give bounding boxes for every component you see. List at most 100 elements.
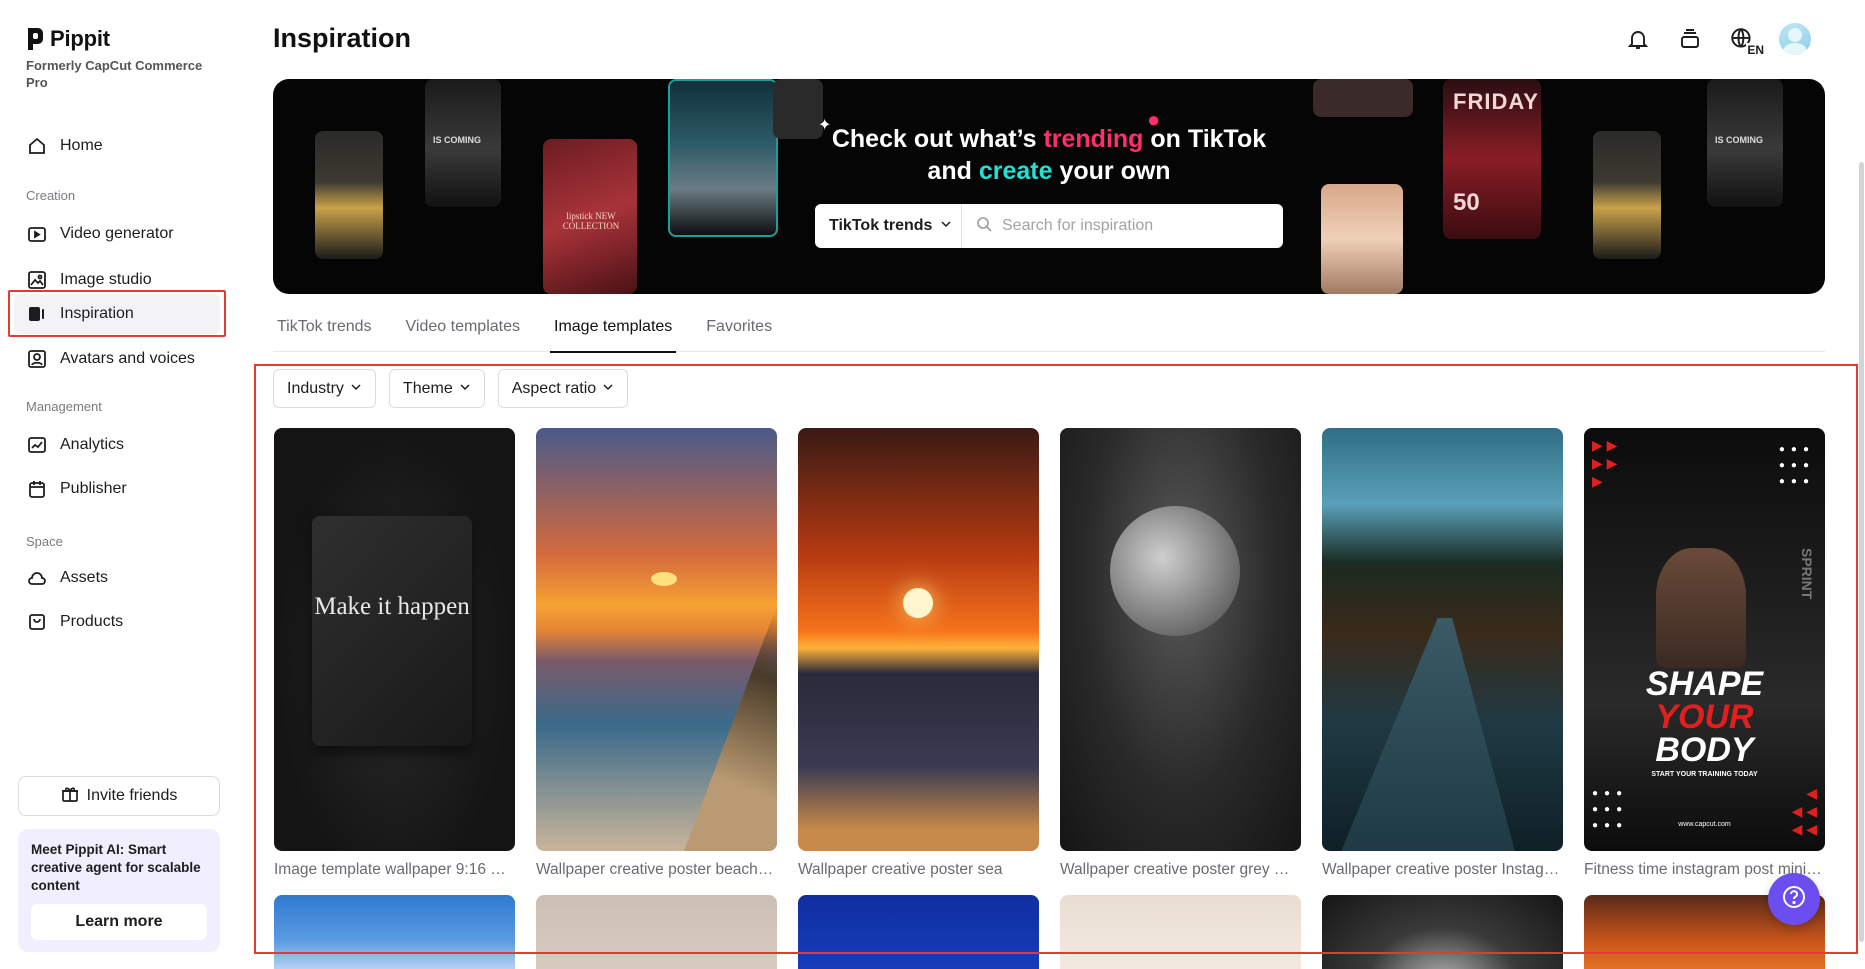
- template-thumbnail: [1322, 428, 1563, 851]
- template-card[interactable]: Make it happen Image template wallpaper …: [274, 428, 515, 879]
- sidebar-item-label: Avatars and voices: [60, 350, 195, 367]
- invite-friends-label: Invite friends: [86, 787, 178, 804]
- promo-card: Meet Pippit AI: Smart creative agent for…: [18, 829, 220, 952]
- headline-text: your own: [1052, 157, 1171, 185]
- template-thumbnail-partial[interactable]: [798, 895, 1039, 969]
- image-edit-icon: [26, 269, 48, 291]
- template-thumbnail-partial[interactable]: [536, 895, 777, 969]
- sidebar-item-label: Publisher: [60, 480, 127, 497]
- search-field: [962, 204, 1283, 248]
- language-globe-icon[interactable]: EN: [1727, 24, 1765, 57]
- source-select[interactable]: TikTok trends: [815, 204, 962, 248]
- filter-label: Aspect ratio: [511, 379, 597, 397]
- headline-highlight: trending: [1043, 125, 1144, 153]
- scrollbar-thumb[interactable]: [1859, 162, 1864, 942]
- brand[interactable]: Pippit: [26, 26, 110, 52]
- sidebar-item-inspiration[interactable]: Inspiration: [14, 294, 220, 334]
- sidebar-item-label: Video generator: [60, 225, 174, 242]
- notebook-shape: [312, 516, 472, 746]
- template-card[interactable]: ▶ ▶ ▶ ▶ ▶ ●●● ●●● ●●● SPRINT SHAPE YOUR BODY…: [1584, 428, 1825, 879]
- template-thumbnail: [536, 428, 777, 851]
- filter-industry[interactable]: Industry: [273, 369, 376, 408]
- promo-text: Meet Pippit AI: Smart creative agent for…: [31, 842, 201, 893]
- template-card[interactable]: Wallpaper creative poster grey …: [1060, 428, 1301, 879]
- sidebar-item-home[interactable]: Home: [14, 126, 220, 166]
- template-caption: Wallpaper creative poster grey …: [1060, 861, 1290, 878]
- template-thumbnail: [1060, 428, 1301, 851]
- learn-more-button[interactable]: Learn more: [31, 904, 207, 940]
- template-caption: Wallpaper creative poster sea: [798, 861, 1003, 878]
- tab-video-templates[interactable]: Video templates: [402, 312, 524, 352]
- template-card[interactable]: Wallpaper creative poster beach…: [536, 428, 777, 879]
- home-icon: [26, 135, 48, 157]
- filter-bar: Industry Theme Aspect ratio: [273, 369, 629, 408]
- gift-icon: [61, 785, 79, 808]
- moon-shape: [1110, 506, 1240, 636]
- chevron-down-icon: [350, 380, 362, 398]
- sidebar-item-video-generator[interactable]: Video generator: [14, 214, 220, 254]
- decorative-dots: ●●● ●●● ●●●: [1778, 444, 1815, 487]
- headline-text: and: [927, 157, 979, 185]
- sidebar-item-avatars-voices[interactable]: Avatars and voices: [14, 339, 220, 379]
- sidebar-item-label: Image studio: [60, 271, 152, 288]
- sidebar: Pippit Formerly CapCut Commerce Pro Home…: [0, 0, 238, 969]
- question-icon: [1781, 884, 1807, 915]
- banner-preview-card: [1313, 79, 1413, 117]
- calendar-icon: [26, 478, 48, 500]
- sidebar-item-label: Home: [60, 137, 103, 154]
- template-caption: Wallpaper creative poster beach…: [536, 861, 774, 878]
- chevron-down-icon: [602, 380, 614, 398]
- banner-card-text: FRIDAY: [1453, 89, 1539, 114]
- tab-tiktok-trends[interactable]: TikTok trends: [273, 312, 376, 352]
- section-management: Management: [26, 399, 102, 414]
- analytics-icon: [26, 434, 48, 456]
- road-shape: [1341, 618, 1515, 851]
- template-card[interactable]: Wallpaper creative poster sea: [798, 428, 1039, 879]
- chevron-down-icon: [940, 217, 952, 235]
- inspiration-icon: [26, 303, 48, 325]
- thumbnail-headline: SHAPE YOUR BODY: [1584, 665, 1825, 769]
- search-input[interactable]: [1002, 217, 1282, 235]
- sidebar-item-analytics[interactable]: Analytics: [14, 425, 220, 465]
- section-space: Space: [26, 534, 63, 549]
- filter-label: Industry: [287, 379, 344, 397]
- template-thumbnail-partial[interactable]: [1322, 895, 1563, 969]
- sidebar-item-label: Assets: [60, 569, 109, 586]
- cloud-icon: [26, 567, 48, 589]
- tab-image-templates[interactable]: Image templates: [550, 312, 677, 353]
- user-avatar[interactable]: [1779, 23, 1811, 55]
- sidebar-item-publisher[interactable]: Publisher: [14, 469, 220, 509]
- tab-favorites[interactable]: Favorites: [702, 312, 776, 352]
- sidebar-item-assets[interactable]: Assets: [14, 558, 220, 598]
- banner-search-bar: TikTok trends: [815, 204, 1283, 248]
- sun-shape: [651, 572, 677, 586]
- headline-text: on TikTok: [1143, 125, 1267, 153]
- sidebar-item-label: Analytics: [60, 436, 125, 453]
- bell-icon[interactable]: [1623, 24, 1653, 54]
- template-thumbnail-partial[interactable]: [274, 895, 515, 969]
- thumbnail-overlay-text: BODY: [1655, 731, 1754, 769]
- template-thumbnail: Make it happen: [274, 428, 515, 851]
- filter-aspect-ratio[interactable]: Aspect ratio: [497, 369, 629, 408]
- invite-friends-button[interactable]: Invite friends: [18, 776, 220, 816]
- thumbnail-overlay-text: www.capcut.com: [1678, 821, 1731, 828]
- sidebar-item-products[interactable]: Products: [14, 602, 220, 642]
- template-card[interactable]: Wallpaper creative poster Instag…: [1322, 428, 1563, 879]
- filter-theme[interactable]: Theme: [388, 369, 485, 408]
- help-button[interactable]: [1768, 873, 1820, 925]
- page-scrollbar[interactable]: [1858, 80, 1865, 960]
- video-plus-icon: [26, 223, 48, 245]
- thumbnail-overlay-text: SHAPE: [1645, 665, 1764, 703]
- filter-label: Theme: [402, 379, 453, 397]
- brand-name: Pippit: [50, 26, 110, 51]
- avatar-icon: [26, 348, 48, 370]
- thumbnail-overlay-text: YOUR: [1655, 698, 1754, 736]
- header-actions: EN: [1623, 23, 1811, 57]
- thumbnail-overlay-text: SPRINT: [1799, 548, 1815, 600]
- template-caption: Wallpaper creative poster Instag…: [1322, 861, 1560, 878]
- tiktok-trends-banner: IS COMING lipstick NEW COLLECTION FRIDAY…: [273, 79, 1825, 294]
- stack-icon[interactable]: [1675, 24, 1705, 54]
- thumbnail-overlay-text: Make it happen: [314, 593, 470, 620]
- template-thumbnail-partial[interactable]: [1060, 895, 1301, 969]
- template-tabs: TikTok trends Video templates Image temp…: [273, 312, 1825, 353]
